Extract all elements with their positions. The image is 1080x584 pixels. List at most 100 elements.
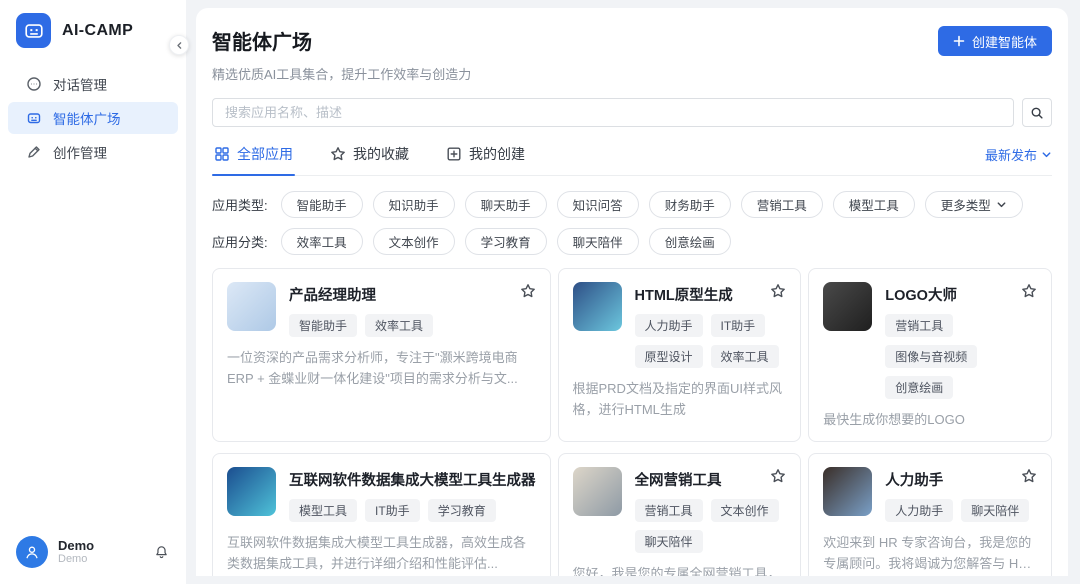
agent-tag: 聊天陪伴 [961, 499, 1029, 522]
agent-title: 互联网软件数据集成大模型工具生成器 [289, 467, 536, 490]
sidebar-item-label: 智能体广场 [53, 108, 121, 128]
user-name: Demo [58, 538, 94, 553]
card-head: 产品经理助理智能助手效率工具 [227, 282, 536, 337]
user-profile[interactable]: Demo Demo [0, 536, 186, 568]
filter-chip[interactable]: 效率工具 [281, 228, 363, 255]
tabs-bar: 全部应用 我的收藏 我的创建 最新发布 [212, 144, 1052, 176]
agent-tags: 智能助手效率工具 [289, 314, 536, 337]
card-head: 互联网软件数据集成大模型工具生成器模型工具 IT助手学习教育 [227, 467, 536, 522]
agent-avatar-image [573, 282, 622, 331]
page-title: 智能体广场 [212, 26, 312, 55]
agent-card-grid: 产品经理助理智能助手效率工具一位资深的产品需求分析师，专注于"灏米跨境电商 ER… [212, 268, 1052, 576]
filter-chip[interactable]: 聊天助手 [465, 191, 547, 218]
agent-tag: 人力助手 [635, 314, 703, 337]
sidebar-item-label: 对话管理 [53, 74, 107, 94]
agent-card[interactable]: HTML原型生成人力助手IT助手原型设计效率工具根据PRD文档及指定的界面UI样… [558, 268, 802, 442]
sidebar-item-chat-management[interactable]: 对话管理 [8, 68, 178, 100]
filter-chip[interactable]: 模型工具 [833, 191, 915, 218]
sidebar-menu: 对话管理智能体广场创作管理 [0, 58, 186, 178]
filters: 应用类型:智能助手知识助手聊天助手知识问答财务助手营销工具模型工具更多类型应用分… [212, 191, 1052, 255]
agent-card[interactable]: 产品经理助理智能助手效率工具一位资深的产品需求分析师，专注于"灏米跨境电商 ER… [212, 268, 551, 442]
favorite-star-icon[interactable] [770, 467, 786, 484]
tab-2[interactable]: 我的创建 [444, 144, 527, 175]
filter-chip[interactable]: 财务助手 [649, 191, 731, 218]
more-filters-label: 更多类型 [941, 195, 991, 214]
card-info: 互联网软件数据集成大模型工具生成器模型工具 IT助手学习教育 [289, 467, 536, 522]
robot-logo-icon [16, 13, 51, 48]
favorite-star-icon[interactable] [1021, 467, 1037, 484]
agent-description: 您好，我是您的专属全网营销工具，输入问题即可向我发起咨询哦~ [573, 563, 787, 576]
agent-card[interactable]: 全网营销工具营销工具文本创作聊天陪伴您好，我是您的专属全网营销工具，输入问题即可… [558, 453, 802, 576]
notifications-bell-icon[interactable] [153, 544, 170, 561]
agent-tag: IT助手 [365, 499, 420, 522]
agent-title: HTML原型生成 [635, 282, 765, 305]
card-title-row: 全网营销工具 [635, 467, 787, 490]
tab-1[interactable]: 我的收藏 [328, 144, 411, 175]
agent-avatar-image [573, 467, 622, 516]
filter-chip[interactable]: 聊天陪伴 [557, 228, 639, 255]
card-title-row: HTML原型生成 [635, 282, 787, 305]
agent-tag: 营销工具 [885, 314, 953, 337]
tab-label: 我的创建 [469, 144, 525, 164]
card-info: LOGO大师营销工具图像与音视频创意绘画 [885, 282, 1037, 399]
favorite-star-icon[interactable] [1021, 282, 1037, 299]
filter-chip[interactable]: 创意绘画 [649, 228, 731, 255]
tab-label: 全部应用 [237, 144, 293, 164]
sidebar-item-label: 创作管理 [53, 142, 107, 162]
agent-avatar-image [227, 467, 276, 516]
chevron-down-icon [996, 199, 1007, 210]
sidebar-item-creation-management[interactable]: 创作管理 [8, 136, 178, 168]
tabs: 全部应用 我的收藏 我的创建 [212, 144, 560, 175]
agent-tag: 效率工具 [365, 314, 433, 337]
filter-row-0: 应用类型: 智能助手知识助手聊天助手知识问答财务助手营销工具模型工具 更多类型 [212, 191, 1052, 218]
agent-title: 人力助手 [885, 467, 1015, 490]
filter-chip[interactable]: 文本创作 [373, 228, 455, 255]
agent-card[interactable]: 互联网软件数据集成大模型工具生成器模型工具 IT助手学习教育互联网软件数据集成大模… [212, 453, 551, 576]
card-info: 全网营销工具营销工具文本创作聊天陪伴 [635, 467, 787, 553]
agent-tag: 模型工具 [289, 499, 357, 522]
card-title-row: 人力助手 [885, 467, 1037, 490]
filter-chip[interactable]: 营销工具 [741, 191, 823, 218]
filter-chip[interactable]: 知识助手 [373, 191, 455, 218]
filter-options: 效率工具文本创作学习教育聊天陪伴创意绘画 [281, 228, 731, 255]
tab-0[interactable]: 全部应用 [212, 144, 295, 175]
favorite-star-icon[interactable] [770, 282, 786, 299]
page-header: 智能体广场 创建智能体 [212, 26, 1052, 56]
agent-description: 欢迎来到 HR 专家咨询台，我是您的专属顾问。我将竭诚为您解答与 HR 相关的问… [823, 532, 1037, 574]
filter-chip[interactable]: 智能助手 [281, 191, 363, 218]
card-title-row: 互联网软件数据集成大模型工具生成器 [289, 467, 536, 490]
favorite-star-icon[interactable] [520, 282, 536, 299]
create-agent-label: 创建智能体 [972, 32, 1037, 51]
star-icon [330, 146, 346, 162]
more-filters-chip[interactable]: 更多类型 [925, 191, 1023, 218]
agent-tag: 原型设计 [635, 345, 703, 368]
agent-card[interactable]: 人力助手人力助手聊天陪伴欢迎来到 HR 专家咨询台，我是您的专属顾问。我将竭诚为… [808, 453, 1052, 576]
agent-card[interactable]: LOGO大师营销工具图像与音视频创意绘画最快生成你想要的LOGO [808, 268, 1052, 442]
card-title-row: LOGO大师 [885, 282, 1037, 305]
filter-chip[interactable]: 学习教育 [465, 228, 547, 255]
agent-tag: 图像与音视频 [885, 345, 977, 368]
agent-description: 最快生成你想要的LOGO [823, 409, 1037, 430]
filter-chip[interactable]: 知识问答 [557, 191, 639, 218]
filter-label: 应用类型: [212, 195, 268, 214]
sidebar-collapse-button[interactable] [169, 35, 189, 55]
chevron-left-icon [175, 41, 184, 50]
agent-description: 根据PRD文档及指定的界面UI样式风格，进行HTML生成 [573, 378, 787, 420]
card-title-row: 产品经理助理 [289, 282, 536, 305]
agent-tag: 智能助手 [289, 314, 357, 337]
agent-avatar-image [823, 282, 872, 331]
agent-tag: 学习教育 [428, 499, 496, 522]
sort-dropdown[interactable]: 最新发布 [985, 145, 1052, 175]
sidebar-item-agent-plaza[interactable]: 智能体广场 [8, 102, 178, 134]
pencil-icon [26, 144, 42, 160]
plus-icon [953, 35, 965, 47]
agent-title: 全网营销工具 [635, 467, 765, 490]
main-panel: 智能体广场 创建智能体 精选优质AI工具集合，提升工作效率与创造力 全部应用我的… [196, 8, 1068, 576]
card-head: LOGO大师营销工具图像与音视频创意绘画 [823, 282, 1037, 399]
agent-tag: 人力助手 [885, 499, 953, 522]
agent-tag: 创意绘画 [885, 376, 953, 399]
search-button[interactable] [1022, 98, 1052, 127]
search-bar [212, 98, 1052, 127]
search-input[interactable] [212, 98, 1014, 127]
create-agent-button[interactable]: 创建智能体 [938, 26, 1052, 56]
